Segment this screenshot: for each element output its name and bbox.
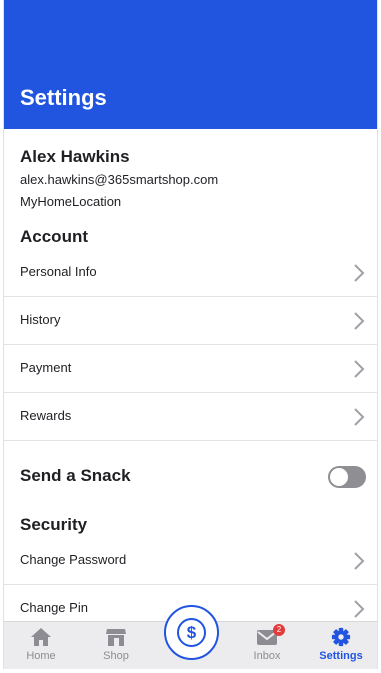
profile-name: Alex Hawkins [20,147,130,166]
tab-label: Inbox [253,650,281,662]
row-label: Rewards [20,408,72,423]
account-item-payment[interactable]: Payment [4,345,377,393]
send-snack-toggle[interactable] [328,466,366,488]
shop-icon [106,629,126,646]
page-title: Settings [20,85,107,110]
send-snack-label: Send a Snack [20,466,131,485]
tab-home[interactable]: Home [6,622,76,669]
security-item-change-password[interactable]: Change Password [4,537,377,585]
profile-block: Alex Hawkins alex.hawkins@365smartshop.c… [20,146,218,212]
toggle-knob [330,468,348,486]
account-item-rewards[interactable]: Rewards [4,393,377,441]
tab-inbox[interactable]: 2 Inbox [232,622,302,669]
inbox-badge: 2 [273,624,285,636]
tab-settings[interactable]: Settings [306,622,376,669]
chevron-right-icon [354,360,365,378]
home-icon [31,628,51,646]
pay-button[interactable]: $ [164,605,219,660]
row-label: Change Password [20,552,127,567]
tab-shop[interactable]: Shop [81,622,151,669]
send-snack-row: Send a Snack [4,452,377,502]
header: Settings [4,0,377,129]
app-screen: Settings Alex Hawkins alex.hawkins@365sm… [3,0,378,669]
account-item-history[interactable]: History [4,297,377,345]
account-section-title: Account [20,227,88,246]
tab-label: Shop [103,650,129,662]
row-label: Personal Info [20,264,97,279]
profile-location: MyHomeLocation [20,194,122,209]
profile-email: alex.hawkins@365smartshop.com [20,172,219,187]
tab-label: Home [26,650,56,662]
chevron-right-icon [354,408,365,426]
row-label: Change Pin [20,600,88,615]
tab-label: Settings [319,650,363,662]
chevron-right-icon [354,552,365,570]
chevron-right-icon [354,264,365,282]
dollar-icon: $ [177,618,206,647]
gear-icon [331,627,351,647]
security-section-title: Security [20,515,88,534]
row-label: History [20,312,61,327]
chevron-right-icon [354,600,365,618]
chevron-right-icon [354,312,365,330]
row-label: Payment [20,360,72,375]
account-item-personal-info[interactable]: Personal Info [4,249,377,297]
